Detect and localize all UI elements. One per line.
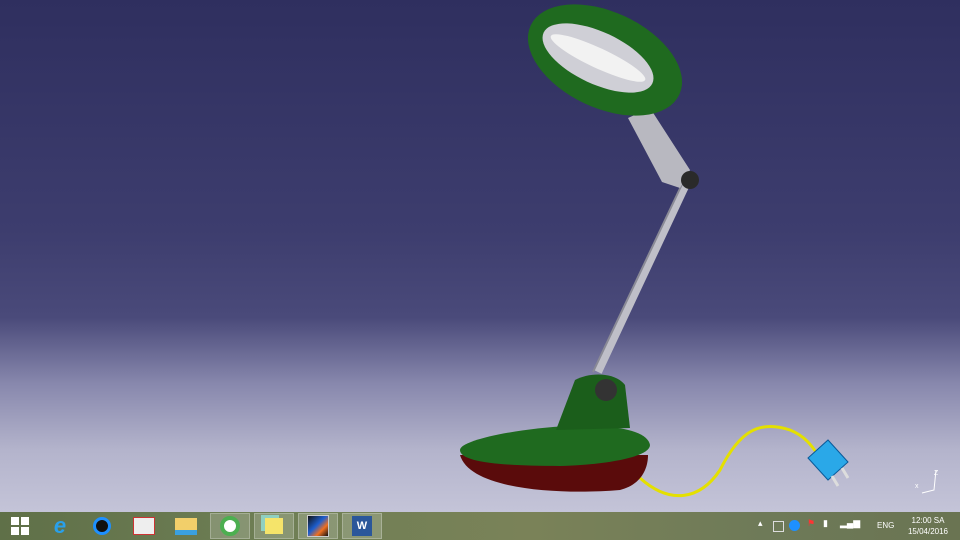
taskbar-ie[interactable]: e (40, 513, 80, 539)
lamp-model[interactable] (0, 0, 960, 512)
c-app-icon (93, 517, 111, 535)
ie-icon: e (53, 513, 67, 538)
taskbar: e W ▴ ⚑ ▮ ▂▄▆ 🔈︎ ENG 12:00 SA 15/04/2016 (0, 512, 960, 540)
clock-date: 15/04/2016 (907, 527, 948, 536)
start-button[interactable] (0, 513, 40, 539)
taskbar-coccoc[interactable] (210, 513, 250, 539)
taskbar-file-explorer[interactable] (166, 513, 206, 539)
taskbar-c-app[interactable] (82, 513, 122, 539)
clock-time: 12:00 SA (911, 516, 945, 525)
show-hidden-icons-icon[interactable]: ▴ (758, 518, 763, 529)
clock[interactable]: 12:00 SA 15/04/2016 (908, 515, 948, 537)
language-indicator[interactable]: ENG (877, 521, 894, 530)
taskbar-word[interactable]: W (342, 513, 382, 539)
action-center-flag-icon[interactable]: ⚑ (807, 518, 815, 529)
folder-icon (175, 517, 197, 535)
lamp-base (460, 374, 650, 492)
axis-x-label: x (915, 483, 919, 490)
catia-icon (307, 515, 329, 537)
tray-c-app-icon[interactable] (789, 520, 800, 531)
power-icon[interactable]: ▮ (823, 518, 828, 529)
power-cord (638, 424, 820, 498)
lamp-arm (592, 108, 699, 374)
word-icon: W (352, 516, 372, 536)
axis-z-label: Z (934, 470, 939, 477)
tray-app-icon[interactable] (773, 521, 784, 532)
volume-icon[interactable]: 🔈︎ (857, 518, 862, 529)
taskbar-unikey[interactable] (124, 513, 164, 539)
compass-axis[interactable]: Z x (912, 466, 942, 496)
windows-logo-icon (11, 517, 29, 535)
notes-icon (265, 518, 283, 534)
coccoc-icon (220, 516, 240, 536)
lamp-head (527, 4, 683, 116)
unikey-icon (133, 517, 155, 535)
taskbar-sticky-notes[interactable] (254, 513, 294, 539)
taskbar-catia[interactable] (298, 513, 338, 539)
3d-viewport[interactable]: Z x (0, 0, 960, 512)
